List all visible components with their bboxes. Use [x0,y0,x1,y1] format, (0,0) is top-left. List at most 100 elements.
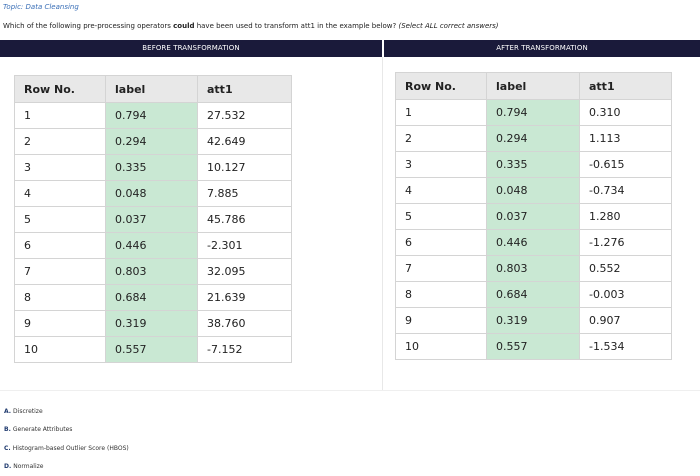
question-part1: Which of the following pre-processing op… [3,22,173,30]
answer-text: Generate Attributes [13,426,73,433]
after-table-body: 10.7940.31020.2941.11330.335-0.61540.048… [396,100,672,360]
answer-option-b[interactable]: B. Generate Attributes [4,421,129,440]
att1-cell: -0.615 [580,152,672,178]
after-col-att1: att1 [580,73,672,100]
att1-cell: -0.734 [580,178,672,204]
att1-cell: 7.885 [198,181,292,207]
row-no-cell: 6 [15,233,106,259]
label-cell: 0.794 [487,100,580,126]
before-transformation-header: BEFORE TRANSFORMATION [0,40,382,57]
att1-cell: -0.003 [580,282,672,308]
answer-text: Histogram-based Outlier Score (HBOS) [13,445,129,452]
after-table-row: 80.684-0.003 [396,282,672,308]
after-table-row: 100.557-1.534 [396,334,672,360]
row-no-cell: 5 [15,207,106,233]
answer-option-d[interactable]: D. Normalize [4,458,129,476]
after-col-label: label [487,73,580,100]
att1-cell: 1.280 [580,204,672,230]
after-table-row: 60.446-1.276 [396,230,672,256]
label-cell: 0.037 [106,207,198,233]
row-no-cell: 9 [396,308,487,334]
label-cell: 0.684 [487,282,580,308]
after-table-row: 10.7940.310 [396,100,672,126]
before-table-row: 10.79427.532 [15,103,292,129]
question-text: Which of the following pre-processing op… [3,22,499,30]
before-table-body: 10.79427.53220.29442.64930.33510.12740.0… [15,103,292,363]
row-no-cell: 4 [396,178,487,204]
label-cell: 0.794 [106,103,198,129]
row-no-cell: 2 [15,129,106,155]
row-no-cell: 1 [396,100,487,126]
before-table: Row No. label att1 10.79427.53220.29442.… [14,75,292,363]
row-no-cell: 10 [396,334,487,360]
att1-cell: 0.310 [580,100,672,126]
answer-text: Discretize [13,408,43,415]
after-table-row: 30.335-0.615 [396,152,672,178]
label-cell: 0.803 [106,259,198,285]
after-table-row: 90.3190.907 [396,308,672,334]
after-table-row: 20.2941.113 [396,126,672,152]
att1-cell: 10.127 [198,155,292,181]
label-cell: 0.048 [487,178,580,204]
answer-options: A. Discretize B. Generate Attributes C. … [4,402,129,476]
before-table-row: 40.0487.885 [15,181,292,207]
att1-cell: 45.786 [198,207,292,233]
label-cell: 0.037 [487,204,580,230]
label-cell: 0.684 [106,285,198,311]
att1-cell: 0.907 [580,308,672,334]
after-table-header-row: Row No. label att1 [396,73,672,100]
row-no-cell: 2 [396,126,487,152]
att1-cell: -1.276 [580,230,672,256]
att1-cell: -7.152 [198,337,292,363]
answer-option-c[interactable]: C. Histogram-based Outlier Score (HBOS) [4,439,129,458]
label-cell: 0.294 [487,126,580,152]
answer-letter: D. [4,463,11,470]
after-col-row-no: Row No. [396,73,487,100]
label-cell: 0.557 [106,337,198,363]
row-no-cell: 8 [15,285,106,311]
answer-letter: C. [4,445,11,452]
att1-cell: 42.649 [198,129,292,155]
before-table-row: 60.446-2.301 [15,233,292,259]
row-no-cell: 8 [396,282,487,308]
before-table-header-row: Row No. label att1 [15,76,292,103]
row-no-cell: 7 [15,259,106,285]
label-cell: 0.335 [106,155,198,181]
att1-cell: 27.532 [198,103,292,129]
label-cell: 0.446 [106,233,198,259]
att1-cell: 38.760 [198,311,292,337]
before-table-row: 30.33510.127 [15,155,292,181]
question-part2: have been used to transform att1 in the … [194,22,398,30]
answer-letter: B. [4,426,11,433]
topic-label: Topic: Data Cleansing [3,3,79,11]
row-no-cell: 7 [396,256,487,282]
question-emphasis: could [173,22,194,30]
before-table-row: 90.31938.760 [15,311,292,337]
label-cell: 0.803 [487,256,580,282]
panel-divider [382,57,383,390]
after-table-row: 50.0371.280 [396,204,672,230]
after-table-row: 70.8030.552 [396,256,672,282]
before-col-att1: att1 [198,76,292,103]
answer-option-a[interactable]: A. Discretize [4,402,129,421]
row-no-cell: 6 [396,230,487,256]
before-table-row: 70.80332.095 [15,259,292,285]
att1-cell: 0.552 [580,256,672,282]
att1-cell: 32.095 [198,259,292,285]
before-col-row-no: Row No. [15,76,106,103]
att1-cell: -1.534 [580,334,672,360]
row-no-cell: 1 [15,103,106,129]
section-divider [0,390,700,391]
row-no-cell: 4 [15,181,106,207]
before-table-row: 50.03745.786 [15,207,292,233]
label-cell: 0.048 [106,181,198,207]
att1-cell: 1.113 [580,126,672,152]
answer-letter: A. [4,408,11,415]
label-cell: 0.294 [106,129,198,155]
row-no-cell: 10 [15,337,106,363]
after-table: Row No. label att1 10.7940.31020.2941.11… [395,72,672,360]
row-no-cell: 5 [396,204,487,230]
att1-cell: 21.639 [198,285,292,311]
label-cell: 0.335 [487,152,580,178]
row-no-cell: 3 [396,152,487,178]
